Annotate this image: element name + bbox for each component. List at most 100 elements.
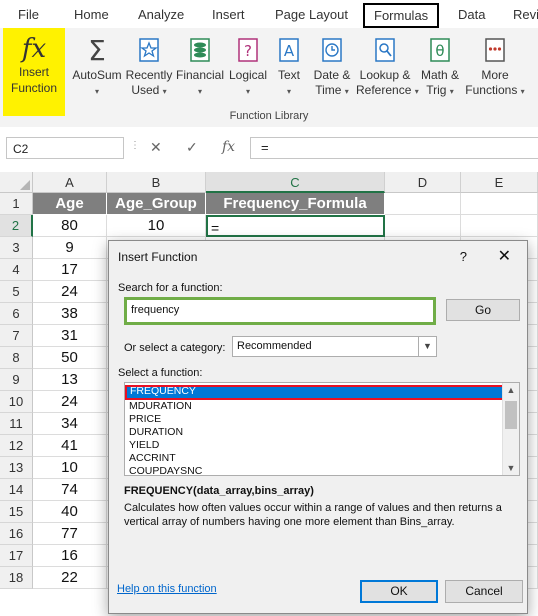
grid-cell[interactable] [461,215,538,237]
chevron-down-icon[interactable]: ▼ [418,337,436,356]
help-icon[interactable]: ? [460,249,467,264]
active-cell-c2[interactable]: = [206,215,385,237]
function-description: Calculates how often values occur within… [124,502,502,528]
confirm-entry-icon[interactable]: ✓ [186,139,198,156]
letter-a-book-icon: A [279,38,299,62]
function-list-item[interactable]: COUPDAYSNC [129,465,202,478]
scroll-down-icon[interactable]: ▼ [503,461,519,475]
select-all-corner[interactable] [0,172,33,193]
row-header[interactable]: 3 [0,237,33,259]
row-header[interactable]: 8 [0,347,33,369]
row-header[interactable]: 12 [0,435,33,457]
column-header-b[interactable]: B [107,172,206,193]
formula-bar: C2 ⋮ ✕ ✓ fx = [0,127,538,172]
row-header[interactable]: 5 [0,281,33,303]
row-header[interactable]: 7 [0,325,33,347]
table-header-cell[interactable]: Frequency_Formula [206,193,385,215]
grid-cell[interactable]: 31 [33,325,107,347]
row-header[interactable]: 6 [0,303,33,325]
formula-input[interactable]: = [250,137,538,159]
tab-data[interactable]: Data [458,7,485,22]
function-list[interactable]: FREQUENCY MDURATION PRICE DURATION YIELD ACCR… [124,382,520,478]
row-header[interactable]: 10 [0,391,33,413]
tab-insert[interactable]: Insert [212,7,245,22]
close-icon[interactable]: ✕ [498,246,511,266]
ok-button[interactable]: OK [360,580,438,603]
grid-cell[interactable] [461,193,538,215]
insert-function-button[interactable]: fx Insert Function [3,28,65,116]
grid-cell[interactable]: 10 [107,215,206,237]
scroll-up-icon[interactable]: ▲ [503,383,519,397]
logical-button[interactable]: ? Logical ▾ [226,30,270,99]
text-button[interactable]: A Text ▾ [270,30,308,99]
row-header[interactable]: 9 [0,369,33,391]
table-header-cell[interactable]: Age [33,193,107,215]
financial-button[interactable]: Financial ▾ [174,30,226,99]
function-list-item[interactable]: PRICE [129,413,161,426]
function-list-item[interactable]: ACCRINT [129,452,176,465]
grid-cell[interactable]: 41 [33,435,107,457]
grid-cell[interactable]: 38 [33,303,107,325]
cancel-entry-icon[interactable]: ✕ [150,139,162,156]
tab-review[interactable]: Revi [513,7,538,22]
tab-analyze[interactable]: Analyze [138,7,184,22]
svg-text:?: ? [244,42,252,60]
date-time-button[interactable]: Date & Time ▾ [308,30,356,99]
grid-cell[interactable]: 22 [33,567,107,589]
function-list-item[interactable]: YIELD [129,439,159,452]
scroll-thumb[interactable] [505,401,517,429]
more-functions-button[interactable]: More Functions ▾ [464,30,526,99]
tab-home[interactable]: Home [74,7,109,22]
function-list-item[interactable]: FREQUENCY [125,385,505,400]
function-list-item[interactable]: DURATION [129,426,183,439]
row-header[interactable]: 16 [0,523,33,545]
grid-cell[interactable]: 74 [33,479,107,501]
column-header-e[interactable]: E [461,172,538,193]
grid-cell[interactable]: 16 [33,545,107,567]
function-list-item[interactable]: MDURATION [129,400,192,413]
row-header[interactable]: 1 [0,193,33,215]
grid-cell[interactable]: 13 [33,369,107,391]
column-header-d[interactable]: D [385,172,461,193]
table-header-cell[interactable]: Age_Group [107,193,206,215]
row-header[interactable]: 4 [0,259,33,281]
tab-file[interactable]: File [18,7,39,22]
category-select[interactable]: Recommended ▼ [232,336,437,357]
grid-cell[interactable]: 24 [33,391,107,413]
grid-cell[interactable] [385,215,461,237]
grid-cell[interactable]: 80 [33,215,107,237]
recently-used-button[interactable]: Recently Used ▾ [124,30,174,99]
autosum-button[interactable]: Σ AutoSum ▾ [70,30,124,99]
grid-cell[interactable]: 17 [33,259,107,281]
function-search-input[interactable]: frequency [124,297,436,325]
cancel-button[interactable]: Cancel [445,580,523,603]
row-header[interactable]: 13 [0,457,33,479]
grid-cell[interactable]: 24 [33,281,107,303]
row-header[interactable]: 11 [0,413,33,435]
grid-cell[interactable]: 40 [33,501,107,523]
tab-page-layout[interactable]: Page Layout [275,7,348,22]
column-header-c[interactable]: C [206,172,385,193]
grid-cell[interactable]: 34 [33,413,107,435]
row-header[interactable]: 18 [0,567,33,589]
function-list-scrollbar[interactable]: ▲ ▼ [502,383,519,475]
go-button[interactable]: Go [446,299,520,321]
splitter-dots-icon[interactable]: ⋮ [130,140,140,151]
row-header[interactable]: 14 [0,479,33,501]
grid-cell[interactable]: 9 [33,237,107,259]
row-header[interactable]: 15 [0,501,33,523]
grid-cell[interactable]: 10 [33,457,107,479]
tab-formulas[interactable]: Formulas [363,3,440,28]
grid-cell[interactable] [385,193,461,215]
math-trig-button[interactable]: θ Math & Trig ▾ [416,30,464,99]
clock-book-icon [322,38,342,62]
lookup-reference-button[interactable]: Lookup & Reference ▾ [356,30,419,99]
name-box[interactable]: C2 [6,137,124,159]
column-header-a[interactable]: A [33,172,107,193]
row-header[interactable]: 17 [0,545,33,567]
grid-cell[interactable]: 77 [33,523,107,545]
row-header[interactable]: 2 [0,215,33,237]
grid-cell[interactable]: 50 [33,347,107,369]
help-on-function-link[interactable]: Help on this function [117,583,217,595]
fx-insert-icon[interactable]: fx [222,139,235,155]
